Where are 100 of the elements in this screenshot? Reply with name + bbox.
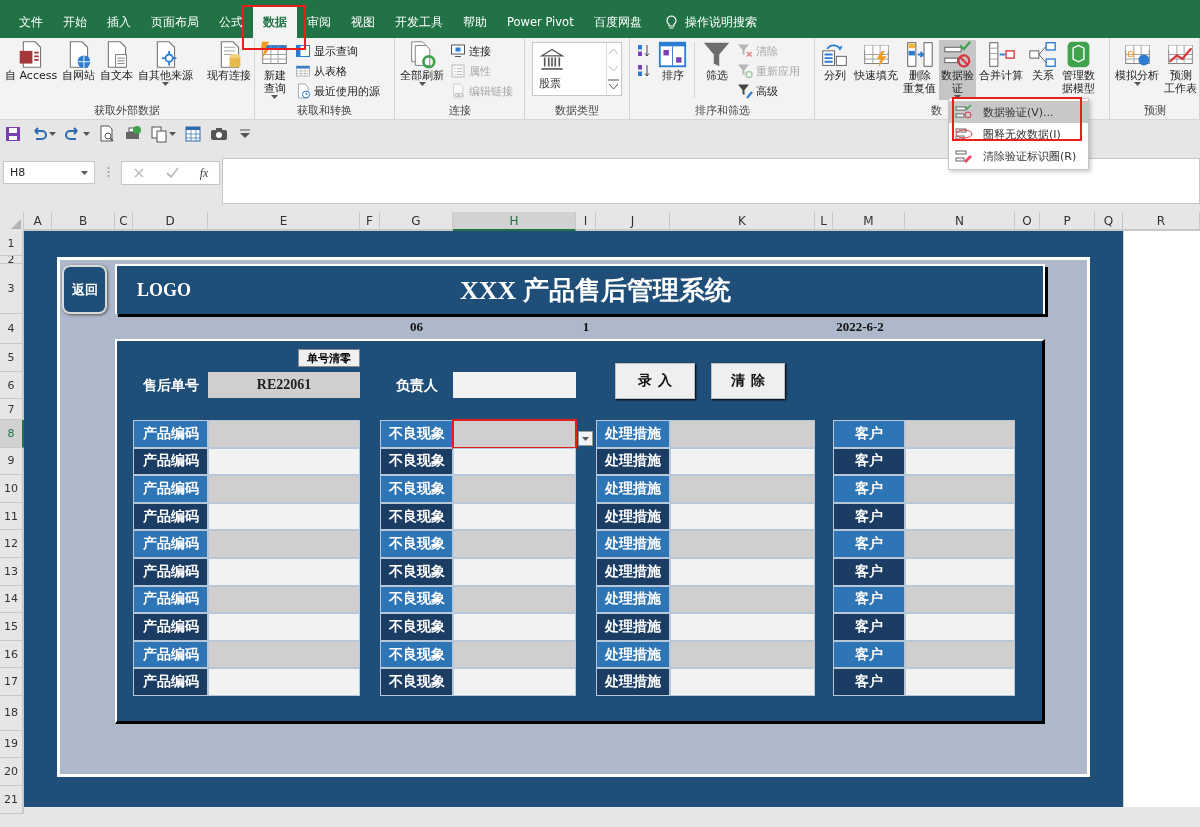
camera-button[interactable] (210, 125, 228, 143)
ribbon-button[interactable]: 筛选 (700, 40, 733, 96)
row-header[interactable]: 15 (0, 613, 24, 641)
ribbon-button[interactable]: 从表格 (292, 61, 383, 81)
ribbon-button[interactable]: 自文本 (98, 40, 136, 96)
input-cell[interactable] (453, 640, 576, 669)
ribbon-button[interactable]: 现有连接 (205, 40, 254, 96)
row-header[interactable]: 14 (0, 585, 24, 614)
column-header[interactable]: M (833, 212, 905, 231)
row-header[interactable]: 6 (0, 372, 24, 399)
input-cell[interactable] (670, 613, 815, 641)
ribbon-tab[interactable]: 插入 (97, 6, 141, 38)
row-header[interactable]: 12 (0, 530, 24, 558)
row-header[interactable]: 19 (0, 730, 24, 758)
copy-button[interactable] (150, 125, 176, 143)
owner-field[interactable] (453, 372, 576, 398)
input-cell[interactable] (208, 475, 360, 503)
print-preview-button[interactable] (98, 125, 116, 143)
column-header[interactable]: O (1015, 212, 1040, 231)
menu-item[interactable]: 圈释无效数据(I) (949, 123, 1088, 145)
row-header[interactable]: 4 (0, 314, 24, 344)
dropdown-button[interactable] (578, 431, 593, 446)
ribbon-tab[interactable]: 数据 (253, 6, 297, 38)
column-header[interactable]: R (1123, 212, 1200, 231)
ribbon-button[interactable]: 排序 (656, 40, 689, 96)
ribbon-button[interactable]: 管理数 据模型 (1060, 40, 1097, 96)
input-cell[interactable] (208, 557, 360, 586)
ribbon-tab[interactable]: 页面布局 (141, 6, 209, 38)
save-button[interactable] (4, 125, 22, 143)
ribbon-button[interactable]: 显示查询 (292, 41, 383, 61)
ribbon-button[interactable]: 新建 查询 (258, 40, 291, 100)
column-header[interactable]: G (380, 212, 453, 231)
input-cell[interactable] (453, 447, 576, 476)
input-cell[interactable] (905, 557, 1015, 586)
column-header[interactable]: B (52, 212, 115, 231)
ribbon-button[interactable]: 全部刷新 (398, 40, 446, 96)
action-button[interactable]: 录入 (615, 363, 695, 399)
input-cell[interactable] (905, 613, 1015, 641)
column-header[interactable]: A (24, 212, 52, 231)
column-header[interactable]: K (670, 212, 815, 231)
column-header[interactable]: C (115, 212, 133, 231)
row-header[interactable]: 17 (0, 668, 24, 696)
input-cell[interactable] (905, 530, 1015, 558)
ribbon-button[interactable]: 预测 工作表 (1162, 40, 1199, 96)
ribbon-button[interactable]: 关系 (1026, 40, 1059, 96)
input-cell[interactable] (905, 502, 1015, 531)
row-header[interactable]: 13 (0, 557, 24, 586)
input-cell[interactable] (670, 475, 815, 503)
ribbon-button[interactable]: 删除 重复值 (901, 40, 938, 96)
row-header[interactable]: 9 (0, 447, 24, 476)
input-cell[interactable] (453, 613, 576, 641)
ribbon-button[interactable]: 分列 (818, 40, 851, 96)
input-cell[interactable] (208, 530, 360, 558)
ribbon-tab[interactable]: 审阅 (297, 6, 341, 38)
data-type-gallery[interactable]: 股票 (532, 42, 622, 96)
input-cell[interactable] (905, 447, 1015, 476)
input-cell[interactable] (208, 502, 360, 531)
input-cell[interactable] (670, 420, 815, 448)
ribbon-tab[interactable]: Power Pivot (497, 6, 584, 38)
ribbon-button[interactable]: 快速填充 (852, 40, 900, 96)
column-header[interactable]: N (905, 212, 1015, 231)
row-header[interactable]: 3 (0, 264, 24, 314)
input-cell[interactable] (208, 447, 360, 476)
input-cell[interactable] (670, 668, 815, 696)
ribbon-button[interactable]: 自网站 (60, 40, 98, 96)
input-cell[interactable] (208, 585, 360, 614)
input-cell[interactable] (905, 640, 1015, 669)
reset-number-button[interactable]: 单号清零 (298, 349, 360, 367)
column-header[interactable]: Q (1095, 212, 1123, 231)
ribbon-button[interactable]: 自 Access (3, 40, 60, 96)
input-cell[interactable] (453, 502, 576, 531)
input-cell[interactable] (905, 475, 1015, 503)
ribbon-button[interactable]: 自其他来源 (136, 40, 196, 96)
table-button[interactable] (184, 125, 202, 143)
column-header[interactable]: F (360, 212, 380, 231)
ribbon-tab[interactable]: 帮助 (453, 6, 497, 38)
input-cell[interactable] (208, 613, 360, 641)
row-header[interactable]: 1 (0, 231, 24, 256)
ribbon-tab[interactable]: 视图 (341, 6, 385, 38)
input-cell[interactable] (905, 420, 1015, 448)
ribbon-button[interactable]: 高级 (734, 81, 803, 101)
input-cell[interactable] (670, 530, 815, 558)
column-header[interactable]: L (815, 212, 833, 231)
input-cell[interactable] (453, 585, 576, 614)
row-header[interactable]: 20 (0, 757, 24, 786)
column-header[interactable]: I (576, 212, 596, 231)
ribbon-button[interactable]: 连接 (447, 41, 516, 61)
row-header[interactable]: 10 (0, 475, 24, 503)
input-cell[interactable] (905, 585, 1015, 614)
checkmark-icon[interactable] (165, 167, 179, 179)
row-header[interactable]: 21 (0, 785, 24, 814)
input-cell[interactable] (905, 668, 1015, 696)
close-icon[interactable] (132, 167, 145, 179)
search-hint[interactable]: 操作说明搜索 (684, 13, 757, 31)
ribbon-tab[interactable]: 开发工具 (385, 6, 453, 38)
column-header[interactable]: H (453, 212, 576, 231)
input-cell[interactable] (453, 530, 576, 558)
input-cell[interactable] (670, 447, 815, 476)
ribbon-button[interactable]: 最近使用的源 (292, 81, 383, 101)
input-cell[interactable] (208, 420, 360, 448)
